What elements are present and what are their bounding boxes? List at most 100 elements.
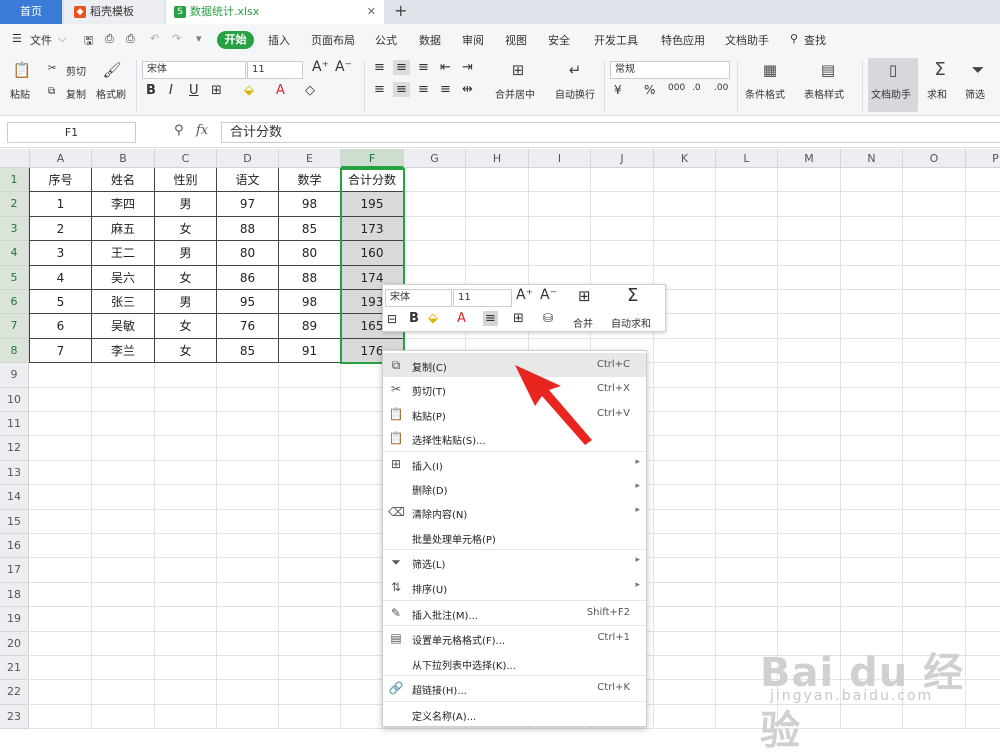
tab-file[interactable]: S 数据统计.xlsx ✕: [166, 0, 384, 24]
grid-cell[interactable]: [155, 460, 217, 486]
grid-cell[interactable]: [217, 485, 279, 510]
grid-cell[interactable]: [591, 168, 654, 193]
grid-cell[interactable]: [903, 387, 966, 412]
context-menu-item[interactable]: 🔗 超链接(H)... Ctrl+K: [383, 676, 646, 700]
grid-cell[interactable]: [778, 436, 841, 461]
grid-cell[interactable]: [92, 631, 155, 656]
grid-cell[interactable]: [30, 485, 92, 510]
grid-cell[interactable]: [841, 168, 903, 193]
grid-cell[interactable]: [217, 460, 279, 486]
underline-icon[interactable]: U: [189, 83, 199, 98]
table-cell[interactable]: 王二: [92, 241, 155, 266]
table-cell[interactable]: 吴六: [92, 265, 155, 290]
row-header-4[interactable]: 4: [0, 241, 29, 266]
font-color-icon[interactable]: A: [276, 83, 285, 98]
grid-cell[interactable]: [92, 509, 155, 534]
grid-cell[interactable]: [716, 436, 778, 461]
grid-cell[interactable]: [217, 582, 279, 608]
italic-icon[interactable]: I: [169, 83, 173, 98]
table-header-cell[interactable]: 语文: [217, 168, 279, 193]
grid-cell[interactable]: [30, 534, 92, 559]
row-header-2[interactable]: 2: [0, 192, 29, 217]
grid-cell[interactable]: [966, 217, 1000, 242]
row-header-13[interactable]: 13: [0, 460, 29, 486]
fx-icon[interactable]: fx: [196, 123, 208, 138]
table-cell[interactable]: 98: [279, 192, 341, 217]
row-header-10[interactable]: 10: [0, 387, 29, 412]
grid-cell[interactable]: [279, 704, 341, 730]
grid-cell[interactable]: [716, 558, 778, 583]
grid-cell[interactable]: [966, 388, 1000, 412]
undo-icon[interactable]: ↶: [150, 32, 159, 45]
grid-cell[interactable]: [155, 363, 217, 388]
grid-cell[interactable]: [217, 704, 279, 730]
grid-cell[interactable]: [841, 509, 903, 534]
grid-cell[interactable]: [778, 387, 841, 412]
grid-cell[interactable]: [30, 436, 92, 461]
column-header-M[interactable]: M: [778, 149, 841, 168]
grid-cell[interactable]: [841, 265, 903, 290]
grid-cell[interactable]: [778, 338, 841, 364]
column-header-G[interactable]: G: [404, 149, 466, 168]
grid-cell[interactable]: [155, 534, 217, 559]
menu-doc-assistant[interactable]: 文档助手: [725, 32, 769, 48]
grid-cell[interactable]: [716, 412, 778, 437]
conditional-format-button[interactable]: 条件格式: [745, 86, 785, 101]
column-header-K[interactable]: K: [654, 149, 716, 168]
bold-icon[interactable]: B: [409, 311, 419, 326]
grid-cell[interactable]: [966, 558, 1000, 583]
grid-cell[interactable]: [92, 607, 155, 632]
grid-cell[interactable]: [155, 631, 217, 656]
scissors-icon[interactable]: ✂: [48, 63, 56, 74]
table-cell[interactable]: 4: [30, 265, 92, 290]
table-cell[interactable]: 2: [30, 216, 92, 242]
grid-cell[interactable]: [279, 509, 341, 534]
context-menu-item[interactable]: 批量处理单元格(P): [383, 525, 646, 549]
context-menu-item[interactable]: ⊞ 插入(I) ▸: [383, 452, 646, 476]
grid-cell[interactable]: [966, 363, 1000, 388]
table-cell[interactable]: 3: [30, 241, 92, 266]
grid-cell[interactable]: [841, 485, 903, 510]
grid-cell[interactable]: [778, 290, 841, 315]
grid-cell[interactable]: [30, 558, 92, 583]
grid-cell[interactable]: [841, 436, 903, 461]
column-header-B[interactable]: B: [92, 149, 155, 168]
grid-cell[interactable]: [903, 509, 966, 534]
grid-cell[interactable]: [155, 582, 217, 608]
grid-cell[interactable]: [279, 460, 341, 486]
column-header-E[interactable]: E: [279, 149, 341, 168]
grid-cell[interactable]: [654, 192, 716, 217]
grid-cell[interactable]: [279, 485, 341, 510]
grid-cell[interactable]: [654, 168, 716, 193]
table-style-icon[interactable]: ▤: [818, 60, 838, 80]
print-preview-icon[interactable]: ⎙: [105, 32, 114, 46]
table-cell[interactable]: 88: [279, 265, 341, 290]
column-header-L[interactable]: L: [716, 149, 778, 168]
border-icon[interactable]: ⊞: [211, 83, 222, 98]
wrap-text-icon[interactable]: ↵: [565, 60, 585, 80]
table-cell[interactable]: 1: [30, 192, 92, 217]
filter-button[interactable]: 筛选: [965, 86, 985, 101]
grid-cell[interactable]: [966, 583, 1000, 608]
grid-cell[interactable]: [778, 558, 841, 583]
grid-cell[interactable]: [279, 680, 341, 705]
grid-cell[interactable]: [217, 387, 279, 412]
grid-cell[interactable]: [966, 412, 1000, 437]
menu-developer[interactable]: 开发工具: [594, 32, 638, 48]
grid-cell[interactable]: [217, 363, 279, 388]
close-icon[interactable]: ✕: [367, 0, 376, 24]
table-cell[interactable]: 7: [30, 338, 92, 364]
grid-cell[interactable]: [654, 656, 716, 681]
grid-cell[interactable]: [654, 607, 716, 632]
column-header-F[interactable]: F: [341, 149, 404, 168]
grid-cell[interactable]: [92, 582, 155, 608]
grid-cell[interactable]: [92, 460, 155, 486]
grid-cell[interactable]: [903, 290, 966, 315]
grid-cell[interactable]: [966, 534, 1000, 559]
grid-cell[interactable]: [654, 558, 716, 583]
grid-cell[interactable]: [30, 704, 92, 730]
grid-cell[interactable]: [716, 290, 778, 315]
grid-cell[interactable]: [155, 485, 217, 510]
table-cell[interactable]: 160: [341, 241, 404, 266]
grid-cell[interactable]: [30, 582, 92, 608]
